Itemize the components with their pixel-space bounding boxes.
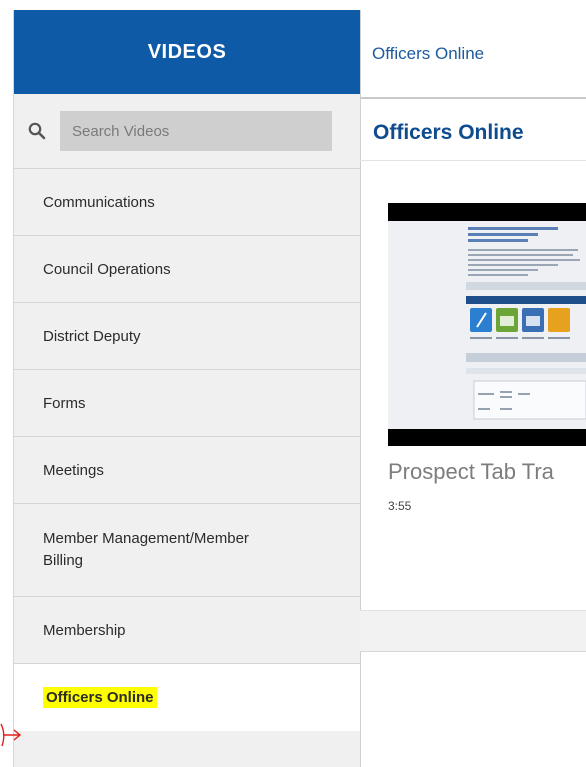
category-district-deputy[interactable]: District Deputy [14,303,360,370]
category-label-active: Officers Online [43,687,157,708]
video-category-sidebar: VIDEOS Communications Council Operations… [13,10,361,767]
category-label: Council Operations [43,260,171,278]
category-council-operations[interactable]: Council Operations [14,236,360,303]
video-thumbnail[interactable] [388,203,586,446]
red-arrow-annotation [0,723,22,747]
video-title[interactable]: Prospect Tab Tra [388,459,586,485]
category-meetings[interactable]: Meetings [14,437,360,504]
category-forms[interactable]: Forms [14,370,360,437]
category-label: Forms [43,394,86,412]
category-communications[interactable]: Communications [14,169,360,236]
category-label: Communications [43,193,155,211]
video-duration: 3:55 [388,499,412,513]
breadcrumb-link[interactable]: Officers Online [372,44,484,64]
video-thumbnail-image [388,203,586,446]
category-membership[interactable]: Membership [14,597,360,664]
category-label: Membership [43,621,126,639]
category-label: District Deputy [43,327,141,345]
sidebar-header: VIDEOS [14,10,360,94]
category-label: Meetings [43,461,104,479]
search-row [14,94,360,169]
sidebar-title: VIDEOS [147,40,227,63]
search-icon[interactable] [14,122,60,140]
search-input[interactable] [60,111,332,151]
category-member-management[interactable]: Member Management/Member Billing [14,504,360,597]
pagination-bar [360,610,586,652]
category-label: Member Management/Member Billing [43,530,249,569]
category-officers-online[interactable]: Officers Online [14,664,360,731]
page-title: Officers Online [373,121,524,144]
breadcrumb: Officers Online [360,10,586,99]
